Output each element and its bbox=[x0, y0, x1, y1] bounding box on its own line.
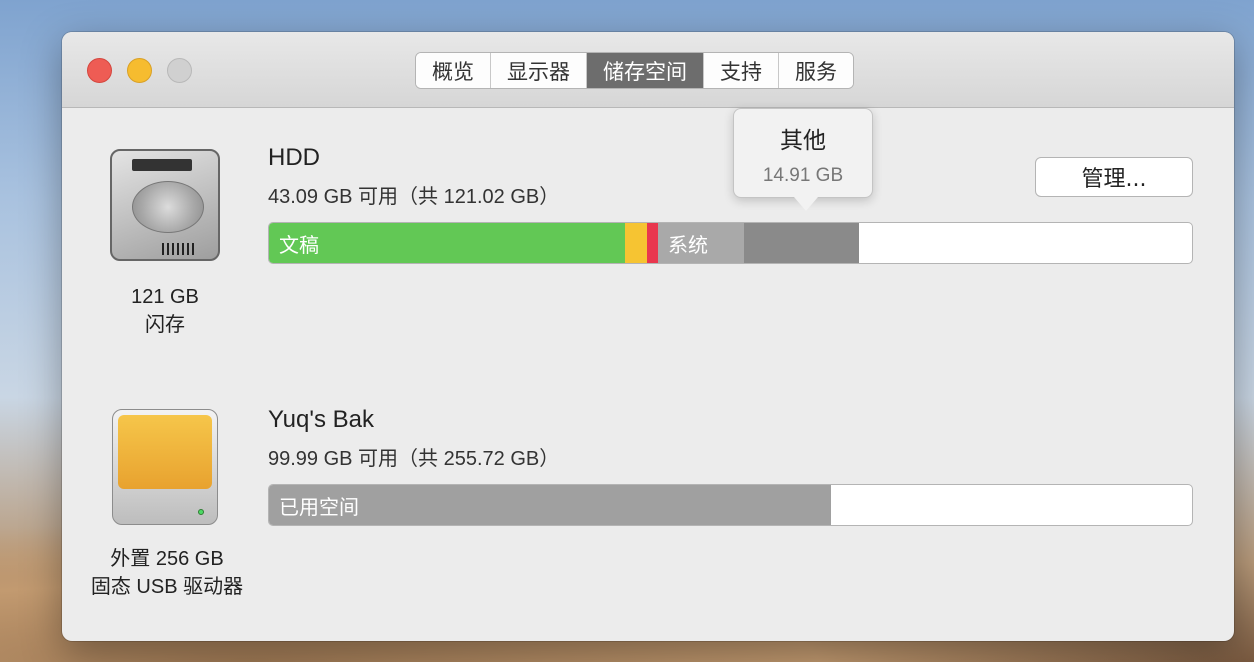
tab-service[interactable]: 服务 bbox=[779, 53, 853, 88]
drive-type: 固态 USB 驱动器 bbox=[90, 576, 244, 598]
storage-segment[interactable]: 系统 bbox=[658, 223, 744, 263]
storage-segment[interactable] bbox=[625, 223, 647, 263]
tooltip-pointer bbox=[794, 197, 818, 211]
storage-bar-hdd[interactable]: 文稿 系统 bbox=[268, 222, 1193, 264]
manage-button[interactable]: 管理... bbox=[1035, 157, 1193, 197]
tooltip-size: 14.91 GB bbox=[762, 165, 844, 186]
storage-segment[interactable] bbox=[647, 223, 658, 263]
external-usb-drive-icon bbox=[112, 409, 218, 525]
drive-type: 闪存 bbox=[145, 314, 185, 336]
volume-name-usb: Yuq's Bak bbox=[268, 406, 374, 433]
minimize-window-button[interactable] bbox=[127, 58, 152, 83]
storage-tooltip: 其他 14.91 GB bbox=[733, 108, 873, 198]
storage-segment[interactable] bbox=[744, 223, 859, 263]
storage-segment[interactable]: 文稿 bbox=[269, 223, 625, 263]
drive-led bbox=[198, 509, 204, 515]
drive-platter bbox=[132, 181, 204, 233]
tab-support[interactable]: 支持 bbox=[704, 53, 779, 88]
tab-bar: 概览 显示器 储存空间 支持 服务 bbox=[415, 52, 854, 89]
drive-label-plate bbox=[132, 159, 192, 171]
drive-capacity: 121 GB bbox=[131, 286, 199, 308]
close-window-button[interactable] bbox=[87, 58, 112, 83]
tooltip-title: 其他 bbox=[780, 128, 826, 154]
drive-capacity: 外置 256 GB bbox=[110, 548, 224, 570]
drive-caption-hdd: 121 GB 闪存 bbox=[102, 283, 228, 339]
zoom-window-button[interactable] bbox=[167, 58, 192, 83]
volume-free-hdd: 43.09 GB 可用（共 121.02 GB） bbox=[268, 186, 560, 208]
drive-vents bbox=[162, 243, 194, 255]
drive-caption-usb: 外置 256 GB 固态 USB 驱动器 bbox=[72, 545, 262, 601]
tab-displays[interactable]: 显示器 bbox=[491, 53, 587, 88]
window-titlebar: 概览 显示器 储存空间 支持 服务 bbox=[62, 32, 1234, 108]
about-this-mac-window: 概览 显示器 储存空间 支持 服务 121 GB 闪存 HDD 43.09 GB… bbox=[62, 32, 1234, 641]
tab-overview[interactable]: 概览 bbox=[416, 53, 491, 88]
drive-face bbox=[118, 415, 212, 489]
hard-drive-icon bbox=[110, 149, 220, 261]
tab-storage[interactable]: 储存空间 bbox=[587, 53, 704, 88]
storage-segment[interactable]: 已用空间 bbox=[269, 485, 831, 525]
storage-bar-usb[interactable]: 已用空间 bbox=[268, 484, 1193, 526]
volume-name-hdd: HDD bbox=[268, 144, 320, 171]
volume-free-usb: 99.99 GB 可用（共 255.72 GB） bbox=[268, 448, 560, 470]
